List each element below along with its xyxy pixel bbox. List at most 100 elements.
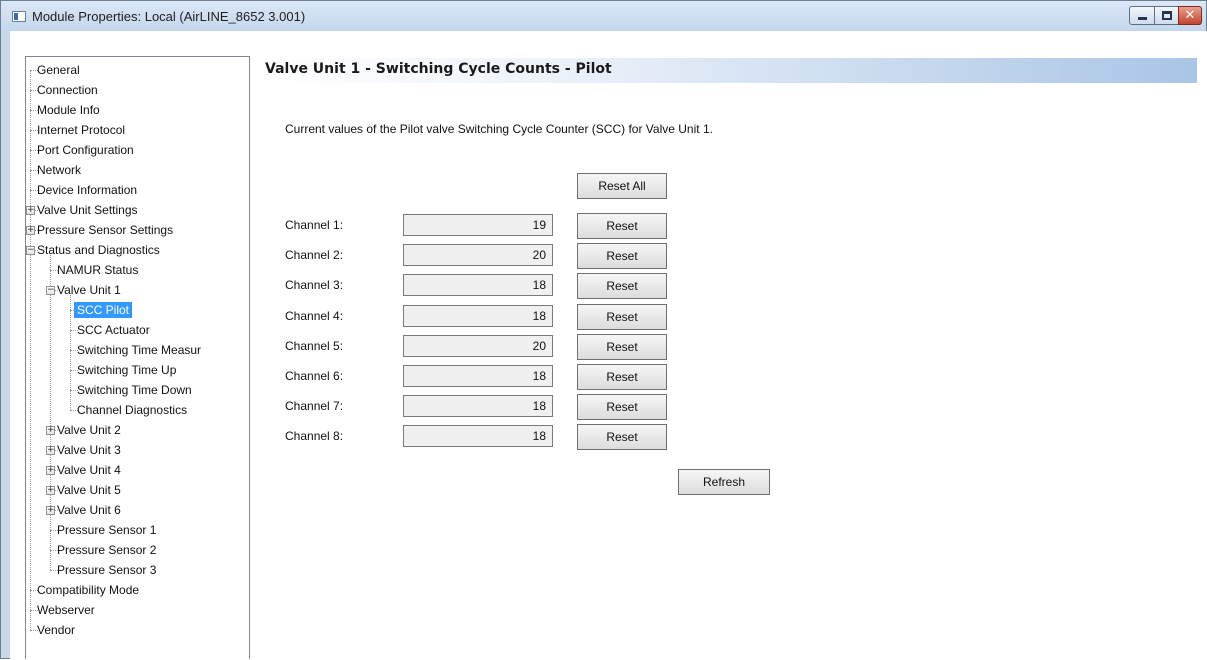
channel-2-reset-button[interactable]: Reset [577, 243, 667, 269]
tree-connector [30, 70, 31, 630]
tree-item-label: SCC Actuator [77, 323, 150, 337]
minimize-button[interactable] [1129, 6, 1155, 25]
tree-item-valve-unit-2[interactable]: Valve Unit 2 [54, 421, 124, 439]
tree-item-network[interactable]: Network [34, 161, 84, 179]
tree-item-label: Vendor [37, 623, 76, 637]
tree-connector [50, 255, 51, 570]
title-bar[interactable]: Module Properties: Local (AirLINE_8652 3… [1, 1, 1206, 31]
tree-item-label: Connection [37, 83, 98, 97]
tree-item-pressure-sensor-2[interactable]: Pressure Sensor 2 [54, 541, 159, 559]
tree-item-switching-time-up[interactable]: Switching Time Up [74, 361, 179, 379]
category-tree[interactable]: General Connection Module Info Internet Pro… [25, 56, 250, 659]
channel-8-label: Channel 8: [285, 429, 344, 443]
panel-description: Current values of the Pilot valve Switch… [285, 122, 713, 136]
tree-item-label: Switching Time Measur [77, 343, 202, 357]
tree-item-vendor[interactable]: Vendor [34, 621, 78, 639]
tree-item-webserver[interactable]: Webserver [34, 601, 98, 619]
app-icon [12, 11, 26, 22]
channel-2-label: Channel 2: [285, 248, 344, 262]
channel-3-reset-button[interactable]: Reset [577, 273, 667, 299]
tree-item-pressure-sensor-1[interactable]: Pressure Sensor 1 [54, 521, 159, 539]
channel-7-count-field[interactable]: 18 [403, 395, 553, 417]
tree-item-label: Valve Unit 3 [57, 443, 121, 457]
tree-item-label: Pressure Sensor 3 [57, 563, 157, 577]
channel-1-count-field[interactable]: 19 [403, 214, 553, 236]
tree-connector [70, 295, 71, 410]
tree-item-label: Valve Unit 5 [57, 483, 121, 497]
reset-all-button[interactable]: Reset All [577, 173, 667, 199]
panel-header: Valve Unit 1 - Switching Cycle Counts - … [258, 58, 1197, 83]
tree-item-valve-unit-5[interactable]: Valve Unit 5 [54, 481, 124, 499]
tree-item-label: Network [37, 163, 82, 177]
channel-5-reset-button[interactable]: Reset [577, 334, 667, 360]
tree-item-label: Module Info [37, 103, 100, 117]
close-icon: ✕ [1184, 8, 1196, 23]
tree-item-switching-time-measur[interactable]: Switching Time Measur [74, 341, 204, 359]
channel-6-label: Channel 6: [285, 369, 344, 383]
tree-item-valve-unit-settings[interactable]: Valve Unit Settings [34, 201, 141, 219]
tree-item-device-information[interactable]: Device Information [34, 181, 140, 199]
tree-item-label: Device Information [37, 183, 138, 197]
tree-item-scc-actuator[interactable]: SCC Actuator [74, 321, 153, 339]
tree-item-scc-pilot[interactable]: SCC Pilot [74, 301, 133, 319]
maximize-button[interactable] [1154, 6, 1179, 25]
tree-item-label: Valve Unit 6 [57, 503, 121, 517]
tree-item-general[interactable]: General [34, 61, 83, 79]
tree-item-port-configuration[interactable]: Port Configuration [34, 141, 137, 159]
tree-item-module-info[interactable]: Module Info [34, 101, 103, 119]
tree-item-connection[interactable]: Connection [34, 81, 101, 99]
channel-8-reset-button[interactable]: Reset [577, 424, 667, 450]
channel-6-count-field[interactable]: 18 [403, 365, 553, 387]
tree-item-valve-unit-4[interactable]: Valve Unit 4 [54, 461, 124, 479]
tree-item-status-and-diagnostics[interactable]: Status and Diagnostics [34, 241, 163, 259]
channel-4-reset-button[interactable]: Reset [577, 304, 667, 330]
refresh-button[interactable]: Refresh [678, 469, 770, 495]
tree-item-valve-unit-6[interactable]: Valve Unit 6 [54, 501, 124, 519]
tree-item-valve-unit-3[interactable]: Valve Unit 3 [54, 441, 124, 459]
channel-3-label: Channel 3: [285, 278, 344, 292]
tree-item-label: Valve Unit 2 [57, 423, 121, 437]
channel-1-reset-button[interactable]: Reset [577, 213, 667, 239]
tree-item-label: Switching Time Down [77, 383, 192, 397]
tree-item-label: Valve Unit 1 [57, 283, 121, 297]
tree-item-valve-unit-1[interactable]: Valve Unit 1 [54, 281, 124, 299]
channel-7-label: Channel 7: [285, 399, 344, 413]
tree-item-pressure-sensor-3[interactable]: Pressure Sensor 3 [54, 561, 159, 579]
close-button[interactable]: ✕ [1178, 6, 1202, 25]
tree-item-channel-diagnostics[interactable]: Channel Diagnostics [74, 401, 190, 419]
tree-item-label: Internet Protocol [37, 123, 126, 137]
channel-5-label: Channel 5: [285, 339, 344, 353]
channel-5-count-field[interactable]: 20 [403, 335, 553, 357]
channel-4-label: Channel 4: [285, 309, 344, 323]
tree-item-label: Valve Unit 4 [57, 463, 121, 477]
tree-item-label: Switching Time Up [77, 363, 177, 377]
tree-item-label: General [37, 63, 80, 77]
channel-2-count-field[interactable]: 20 [403, 244, 553, 266]
channel-7-reset-button[interactable]: Reset [577, 394, 667, 420]
tree-item-label: Webserver [37, 603, 95, 617]
tree-item-label: Compatibility Mode [37, 583, 140, 597]
panel-title: Valve Unit 1 - Switching Cycle Counts - … [265, 61, 612, 77]
channel-1-label: Channel 1: [285, 218, 344, 232]
channel-6-reset-button[interactable]: Reset [577, 364, 667, 390]
tree-item-pressure-sensor-settings[interactable]: Pressure Sensor Settings [34, 221, 176, 239]
tree-item-namur-status[interactable]: NAMUR Status [54, 261, 141, 279]
minimize-icon [1138, 17, 1147, 20]
tree-item-label: Valve Unit Settings [37, 203, 138, 217]
window-title: Module Properties: Local (AirLINE_8652 3… [32, 9, 306, 24]
tree-item-label: SCC Pilot [74, 302, 133, 318]
tree-item-label: Port Configuration [37, 143, 134, 157]
channel-4-count-field[interactable]: 18 [403, 305, 553, 327]
channel-8-count-field[interactable]: 18 [403, 425, 553, 447]
tree-item-label: Pressure Sensor 2 [57, 543, 157, 557]
tree-item-internet-protocol[interactable]: Internet Protocol [34, 121, 128, 139]
tree-item-switching-time-down[interactable]: Switching Time Down [74, 381, 195, 399]
properties-panel: Valve Unit 1 - Switching Cycle Counts - … [250, 56, 1207, 659]
tree-item-label: Pressure Sensor Settings [37, 223, 174, 237]
maximize-icon [1162, 11, 1172, 20]
tree-item-label: Channel Diagnostics [77, 403, 188, 417]
tree-item-label: Pressure Sensor 1 [57, 523, 157, 537]
tree-item-compatibility-mode[interactable]: Compatibility Mode [34, 581, 142, 599]
tree-item-label: NAMUR Status [57, 263, 139, 277]
channel-3-count-field[interactable]: 18 [403, 274, 553, 296]
